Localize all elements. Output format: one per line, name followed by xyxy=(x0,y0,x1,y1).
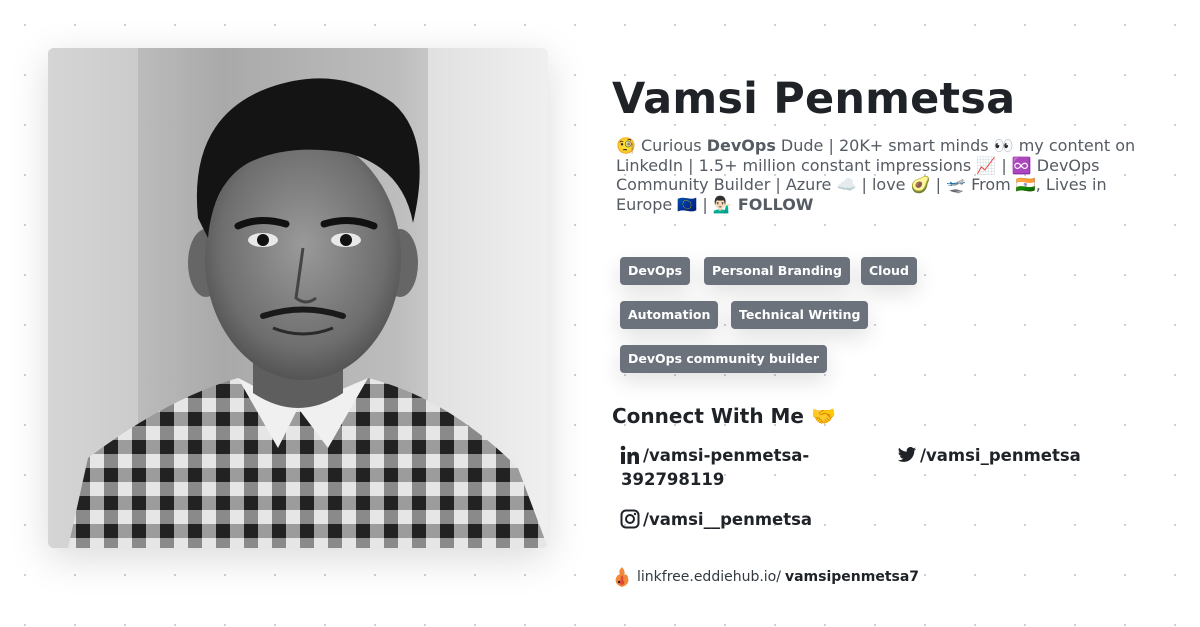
linkedin-link[interactable]: /vamsi-penmetsa- 392798119 xyxy=(620,444,850,492)
bio-bold-devops: DevOps xyxy=(706,136,776,155)
tag-technical-writing[interactable]: Technical Writing xyxy=(731,301,869,329)
instagram-handle: /vamsi__penmetsa xyxy=(643,510,813,529)
tag-personal-branding[interactable]: Personal Branding xyxy=(704,257,850,285)
twitter-icon xyxy=(897,447,917,462)
linkedin-handle-line2: 392798119 xyxy=(621,470,725,489)
profile-photo xyxy=(48,48,548,548)
tag-devops-community-builder[interactable]: DevOps community builder xyxy=(620,345,827,373)
bio-emoji: 🧐 xyxy=(616,136,636,155)
footer-link[interactable]: linkfree.eddiehub.io/ vamsipenmetsa7 xyxy=(612,566,919,588)
profile-name: Vamsi Penmetsa xyxy=(612,74,1016,124)
profile-bio: 🧐 Curious DevOps Dude | 20K+ smart minds… xyxy=(616,136,1156,214)
bio-follow: FOLLOW xyxy=(737,194,814,214)
footer-username: vamsipenmetsa7 xyxy=(784,569,920,585)
linkedin-icon xyxy=(620,445,639,464)
instagram-icon xyxy=(620,509,640,529)
instagram-link[interactable]: /vamsi__penmetsa xyxy=(620,508,812,532)
bio-text-1: Curious xyxy=(635,136,707,155)
tag-devops[interactable]: DevOps xyxy=(620,257,691,285)
tag-cloud[interactable]: Cloud xyxy=(861,257,917,285)
tag-automation[interactable]: Automation xyxy=(620,301,719,329)
connect-title: Connect With Me 🤝 xyxy=(612,404,836,428)
linkedin-handle-line1: /vamsi-penmetsa- xyxy=(643,446,810,465)
footer-url-prefix: linkfree.eddiehub.io/ xyxy=(637,569,781,585)
linkfree-logo-icon xyxy=(615,567,629,587)
twitter-handle: /vamsi_penmetsa xyxy=(920,446,1081,465)
twitter-link[interactable]: /vamsi_penmetsa xyxy=(897,444,1081,468)
